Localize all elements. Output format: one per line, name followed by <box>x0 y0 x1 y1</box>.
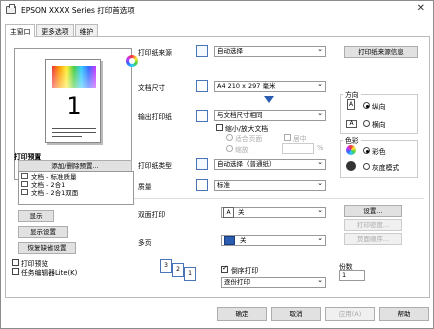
show-button[interactable]: 显示 <box>18 210 54 222</box>
zoom-radio[interactable] <box>226 145 233 152</box>
print-density-button[interactable]: 打印密度... <box>344 219 402 231</box>
output-paper-label: 输出打印纸 <box>138 113 172 121</box>
quality-label: 质量 <box>138 183 152 191</box>
printer-icon <box>6 4 16 14</box>
shrink-enlarge-checkbox[interactable] <box>216 124 223 131</box>
multipage-icon <box>224 236 235 245</box>
color-title: 色彩 <box>343 135 361 145</box>
help-button[interactable]: 帮助 <box>379 307 429 321</box>
tab-main[interactable]: 主窗口 <box>5 24 36 37</box>
page-order-button[interactable]: 页面顺序... <box>344 233 402 245</box>
grayscale-icon <box>346 161 356 171</box>
zoom-percent-input[interactable] <box>282 143 314 154</box>
color-radio[interactable] <box>363 147 370 154</box>
reverse-order-label: 倒序打印 <box>231 267 259 275</box>
duplex-icon: A <box>223 207 234 218</box>
tab-maintenance[interactable]: 维护 <box>74 24 99 36</box>
color-check-icon <box>126 55 138 67</box>
color-wheel-icon <box>346 145 356 155</box>
document-icon <box>21 189 28 195</box>
reverse-order-checkbox[interactable] <box>221 264 228 273</box>
copies-input[interactable]: 1 <box>339 270 365 281</box>
paper-source-label: 打印纸来源 <box>138 49 172 57</box>
output-paper-select[interactable]: 与文档尺寸相同 <box>214 109 326 121</box>
tab-bar: 主窗口 更多选项 维护 <box>5 24 99 37</box>
apply-button[interactable]: 应用(A) <box>325 307 375 321</box>
landscape-label: 横向 <box>372 121 386 129</box>
landscape-radio[interactable] <box>363 120 370 127</box>
grayscale-label: 灰度模式 <box>372 164 400 172</box>
collate-page-icon: 3 <box>160 259 172 273</box>
grayscale-radio[interactable] <box>363 163 370 170</box>
printer-preferences-window: EPSON XXXX Series 打印首选项 ✕ 主窗口 更多选项 维护 1 … <box>0 0 434 329</box>
preview-paper: 1 <box>45 59 101 143</box>
window-title: EPSON XXXX Series 打印首选项 <box>21 5 135 15</box>
restore-defaults-button[interactable]: 恢复缺省设置 <box>18 242 76 254</box>
job-arranger-checkbox[interactable] <box>12 268 19 275</box>
show-settings-button[interactable]: 显示设置 <box>18 226 68 238</box>
preview-page-number: 1 <box>66 92 82 120</box>
color-label: 彩色 <box>372 148 386 156</box>
paper-source-icon <box>196 45 208 57</box>
portrait-radio[interactable] <box>363 102 370 109</box>
tab-more-options[interactable]: 更多选项 <box>36 24 74 36</box>
center-label: 居中 <box>293 135 307 143</box>
portrait-label: 纵向 <box>372 103 386 111</box>
collate-select[interactable]: 逐份打印 <box>221 276 326 288</box>
multipage-label: 多页 <box>138 239 152 247</box>
duplex-settings-button[interactable]: 设置... <box>344 205 402 217</box>
portrait-icon: A <box>347 99 355 110</box>
center-checkbox[interactable] <box>284 134 291 141</box>
document-icon <box>21 173 28 179</box>
close-icon[interactable]: ✕ <box>417 3 425 14</box>
presets-list[interactable]: 文档 - 标准质量 文档 - 2合1 文档 - 2合1双面 <box>18 171 134 205</box>
multipage-select[interactable]: 关 <box>221 234 326 246</box>
quality-select[interactable]: 标准 <box>214 179 326 191</box>
text-line <box>52 136 82 137</box>
text-line <box>52 128 96 129</box>
list-item[interactable]: 文档 - 2合1双面 <box>19 188 133 197</box>
paper-type-select[interactable]: 自动选择（普通纸） <box>214 158 326 170</box>
quality-icon <box>196 179 208 191</box>
landscape-icon: A <box>346 120 357 128</box>
paper-source-info-button[interactable]: 打印纸来源信息 <box>344 46 418 58</box>
main-panel: 1 打印预置 添加/删除预置... 文档 - 标准质量 文档 - 2合1 文档 … <box>5 36 430 298</box>
arrow-down-icon <box>264 96 274 103</box>
orientation-title: 方向 <box>343 89 361 99</box>
fit-page-radio[interactable] <box>226 134 233 141</box>
duplex-label: 双面打印 <box>138 211 166 219</box>
collate-page-icon: 1 <box>184 267 196 281</box>
paper-source-select[interactable]: 自动选择 <box>214 45 326 57</box>
fit-page-label: 适合页面 <box>235 135 263 143</box>
title-bar: EPSON XXXX Series 打印首选项 ✕ <box>1 1 433 19</box>
paper-type-label: 打印纸类型 <box>138 162 172 170</box>
document-size-label: 文档尺寸 <box>138 84 166 92</box>
document-icon <box>21 181 28 187</box>
cancel-button[interactable]: 取消 <box>271 307 321 321</box>
divider <box>134 198 424 199</box>
duplex-select[interactable]: 关 <box>221 206 326 218</box>
paper-type-icon <box>196 158 208 170</box>
ok-button[interactable]: 确定 <box>217 307 267 321</box>
color-bars <box>52 66 96 88</box>
document-size-select[interactable]: A4 210 x 297 毫米 <box>214 80 326 92</box>
document-size-icon <box>196 80 208 92</box>
zoom-label: 缩放 <box>235 146 249 154</box>
print-preview-checkbox[interactable] <box>12 259 19 266</box>
collate-page-icon: 2 <box>172 263 184 277</box>
shrink-enlarge-label: 缩小/放大文档 <box>225 125 269 133</box>
percent-label: % <box>317 144 324 152</box>
output-paper-icon <box>196 110 208 122</box>
text-line <box>52 132 96 133</box>
job-arranger-label: 任务编辑器Lite(K) <box>21 269 78 277</box>
